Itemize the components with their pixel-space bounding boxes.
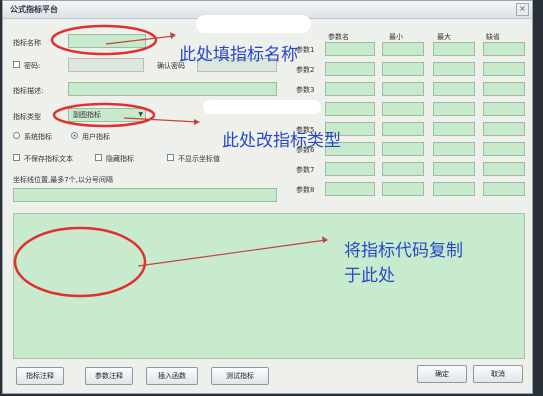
name-arrow-line xyxy=(105,35,175,45)
annotation-type: 此处改指标类型 xyxy=(222,131,341,151)
annotation-name: 此处填指标名称 xyxy=(179,45,298,65)
type-arrow-line xyxy=(123,117,199,123)
code-arrow-line xyxy=(137,239,327,267)
annotation-code-line1: 将指标代码复制 xyxy=(344,241,463,261)
name-arrow-head xyxy=(170,32,176,39)
type-highlight-circle xyxy=(52,102,156,128)
annotation-code-line2: 于此处 xyxy=(344,266,395,286)
type-arrow-head xyxy=(194,119,200,125)
code-highlight-circle xyxy=(13,226,147,298)
code-arrow-head xyxy=(322,236,328,243)
